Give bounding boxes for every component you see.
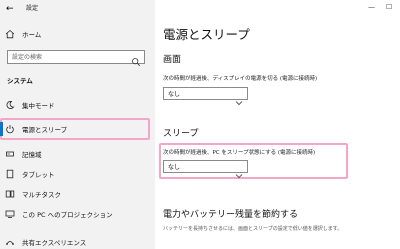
screen-timeout-label: 次の時間が経過後、ディスプレイの電源を切る (電源に接続時) (163, 76, 318, 82)
search-icon[interactable] (131, 52, 141, 67)
sidebar-item-shared-experiences[interactable]: 共有エクスペリエンス (0, 234, 155, 249)
multitask-icon (5, 189, 15, 199)
dropdown-value: なし (168, 164, 181, 171)
section-heading-system: システム (7, 77, 33, 85)
nav-home[interactable]: ホーム (0, 26, 155, 42)
chevron-down-icon (235, 164, 243, 178)
sidebar-item-power-sleep[interactable]: 電源とスリープ (0, 121, 155, 137)
shared-icon (5, 237, 15, 247)
minimize-button[interactable]: — (368, 2, 375, 12)
sidebar-item-label: 共有エクスペリエンス (22, 239, 87, 247)
sidebar-item-label: マルチタスク (22, 191, 61, 199)
sleep-timeout-label: 次の時間が経過後、PC をスリープ状態にする (電源に接続時) (163, 150, 316, 156)
section-heading-sleep: スリープ (163, 129, 199, 139)
page-title: 電源とスリープ (163, 27, 250, 42)
chevron-down-icon (235, 91, 243, 105)
projection-icon (5, 209, 15, 219)
sidebar-item-focus-assist[interactable]: 集中モード (0, 97, 155, 113)
battery-description: バッテリーを長持ちさせるには、画面とスリープの設定で低い値を選択します。 (163, 226, 343, 232)
power-icon (5, 124, 15, 134)
dropdown-value: なし (168, 91, 181, 98)
section-heading-screen: 画面 (163, 55, 182, 65)
screen-timeout-dropdown[interactable]: なし (163, 87, 248, 105)
sidebar-item-multitasking[interactable]: マルチタスク (0, 186, 155, 202)
sidebar-item-projection[interactable]: この PC へのプロジェクション (0, 206, 155, 222)
maximize-button[interactable]: ☐ (386, 2, 392, 12)
sleep-timeout-dropdown[interactable]: なし (163, 160, 248, 178)
title-bar: ← 設定 (0, 0, 155, 18)
settings-search-box[interactable] (7, 50, 145, 67)
search-input[interactable] (8, 51, 128, 63)
tablet-icon (5, 169, 15, 179)
app-title: 設定 (26, 5, 39, 12)
section-heading-battery: 電力やバッテリー残量を節約する (163, 210, 299, 220)
home-icon (5, 29, 15, 39)
sidebar-item-tablet[interactable]: タブレット (0, 166, 155, 182)
sidebar-item-storage[interactable]: 記憶域 (0, 146, 155, 162)
moon-icon (5, 100, 15, 110)
content-pane: — ☐ 電源とスリープ 画面 次の時間が経過後、ディスプレイの電源を切る (電源… (155, 0, 400, 249)
navigation-pane: ← 設定 ホーム システム 集中モード 電源とスリープ 記憶域 (0, 0, 155, 249)
sidebar-item-label: この PC へのプロジェクション (22, 211, 113, 219)
sidebar-item-label: 記憶域 (22, 151, 42, 159)
nav-home-label: ホーム (22, 31, 42, 39)
sidebar-item-label: 電源とスリープ (22, 126, 68, 134)
selected-indicator (0, 122, 3, 136)
storage-icon (5, 149, 15, 159)
sidebar-item-label: 集中モード (22, 102, 55, 110)
sidebar-item-label: タブレット (22, 171, 55, 179)
back-arrow-icon[interactable]: ← (6, 3, 14, 15)
